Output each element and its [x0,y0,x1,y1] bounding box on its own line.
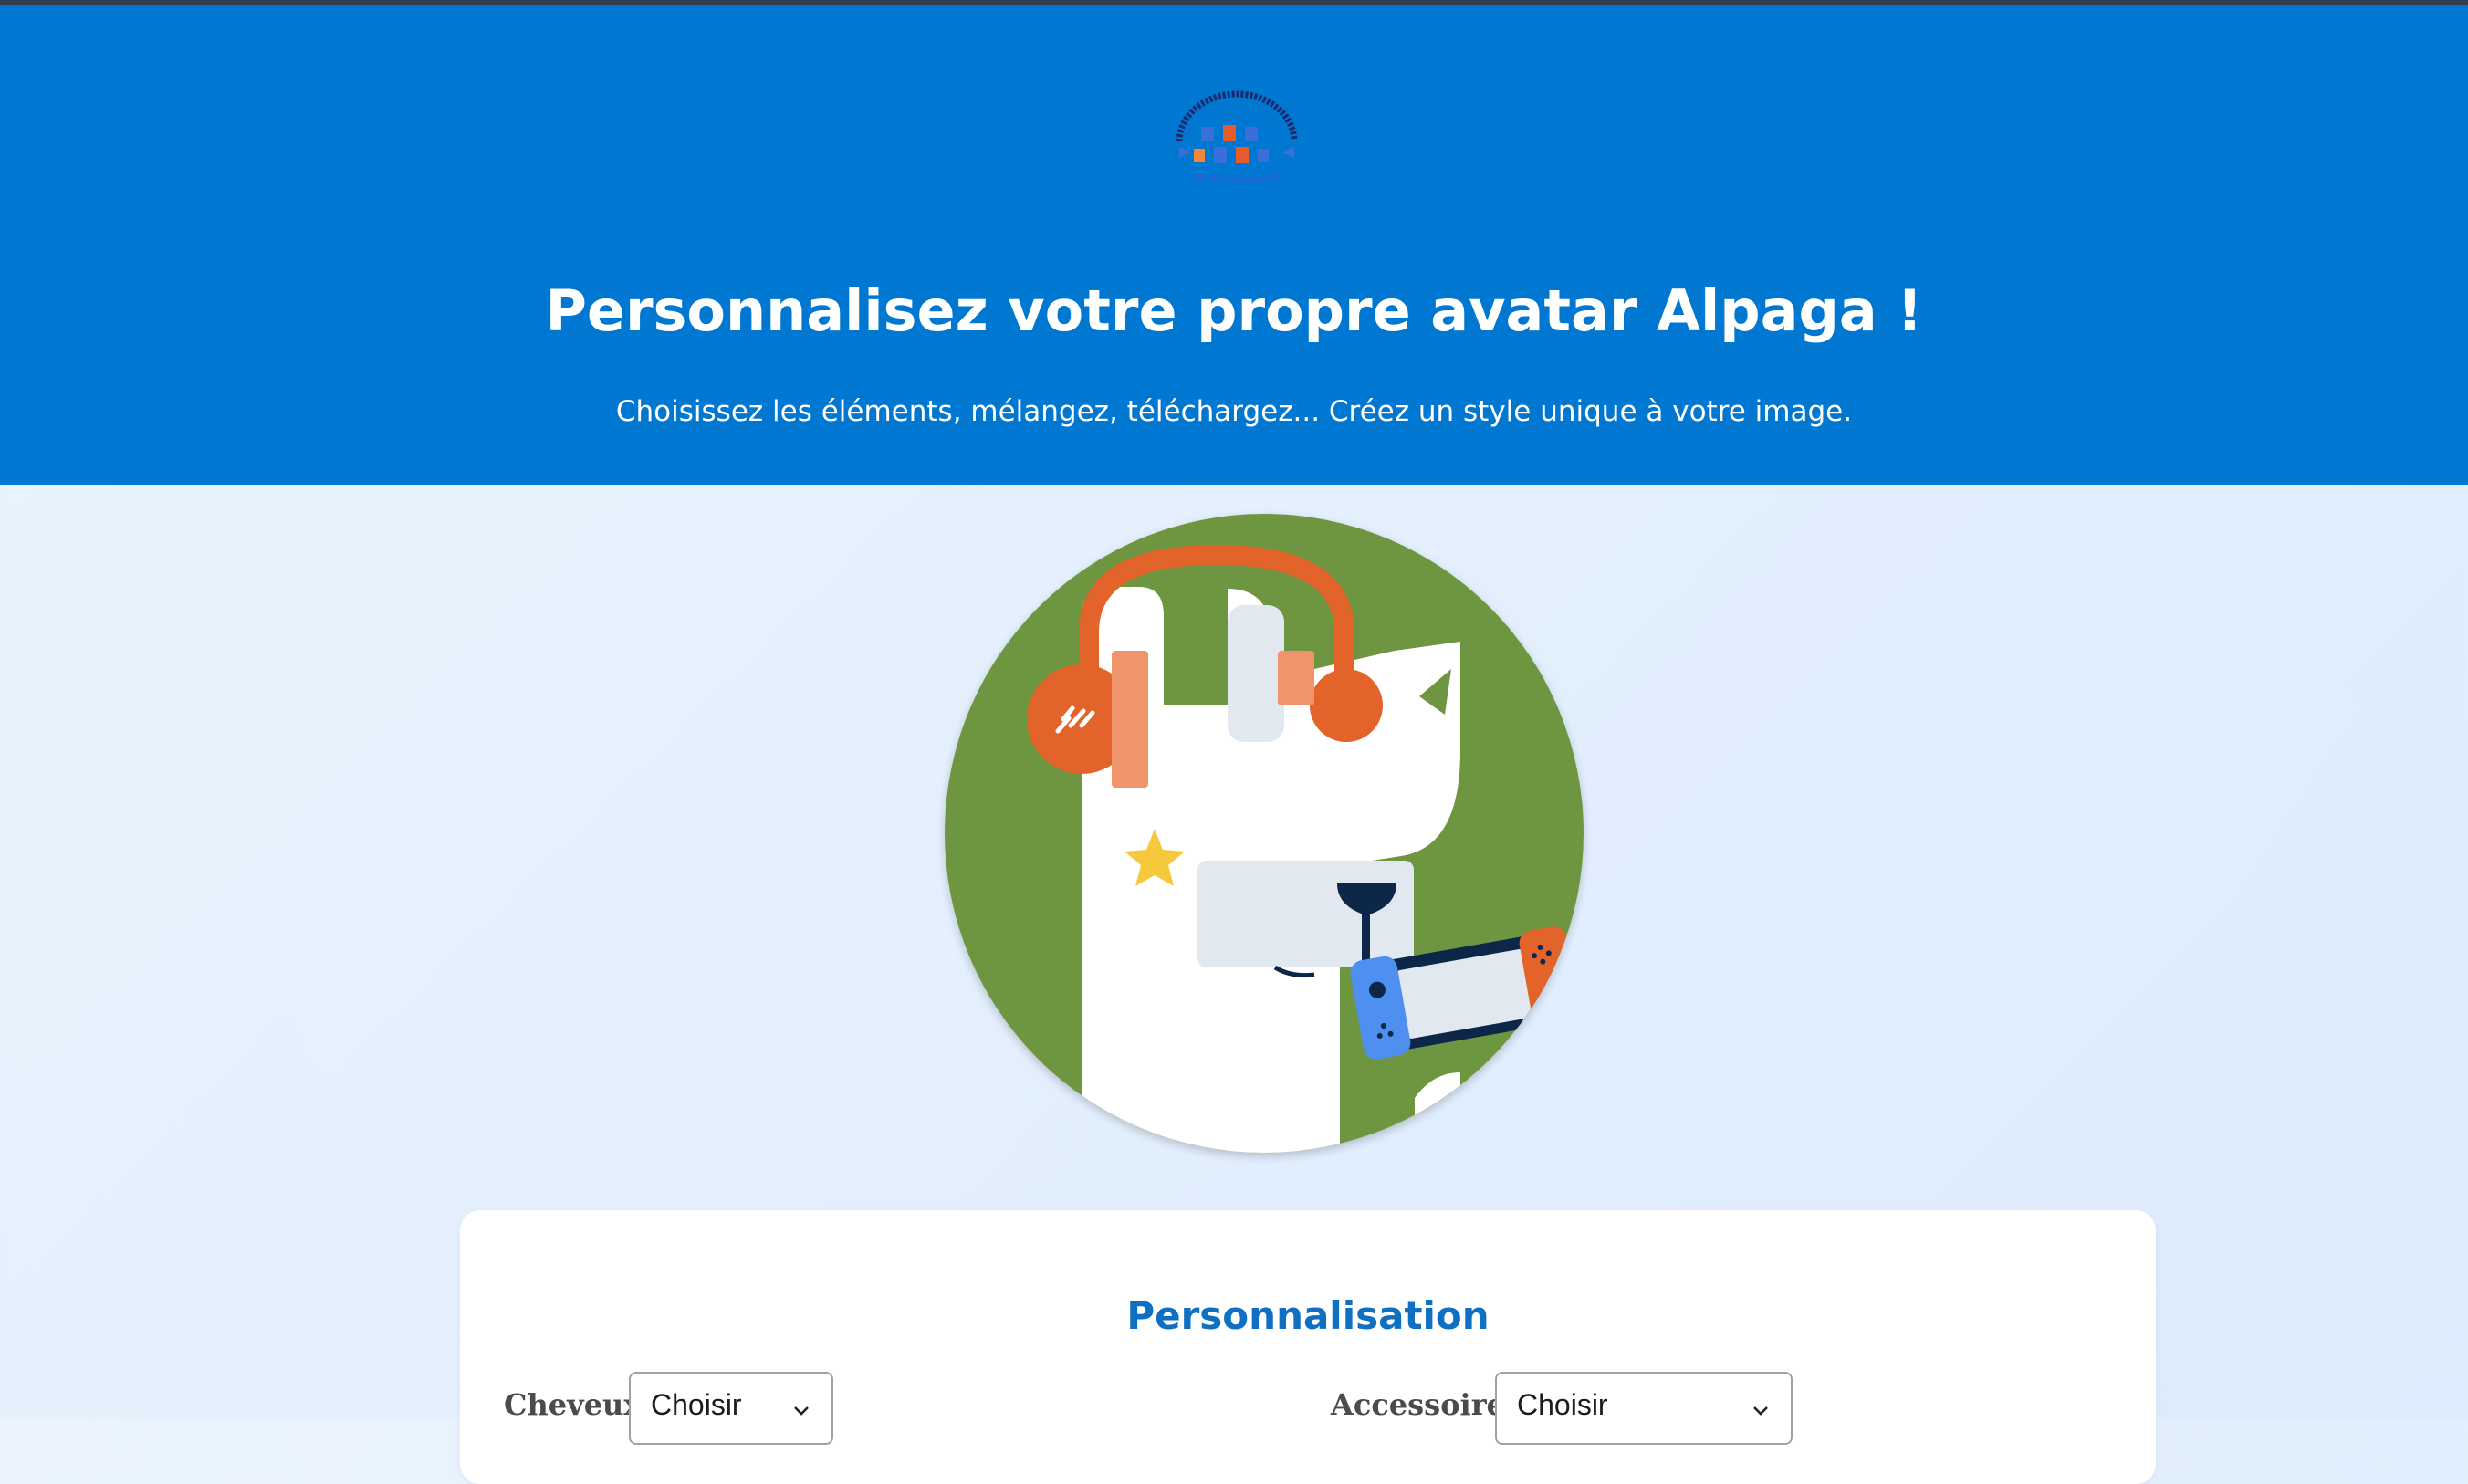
page-header: Personnalisez votre propre avatar Alpaga… [0,5,2468,485]
accessories-select[interactable]: Choisir [1495,1372,1793,1445]
accessories-select-value: Choisir [1517,1388,1608,1421]
page-subtitle: Choisissez les éléments, mélangez, téléc… [615,395,1853,428]
ribbon-logo-icon [1168,89,1305,185]
hair-select[interactable]: Choisir [629,1372,833,1445]
accessories-label: Accessoires [1331,1387,1522,1422]
page-title: Personnalisez votre propre avatar Alpaga… [545,277,1923,344]
hair-label: Cheveux [504,1387,642,1422]
hair-select-value: Choisir [651,1388,742,1421]
customization-panel: Personnalisation Cheveux Choisir Accesso… [460,1210,2156,1484]
alpaca-avatar [945,514,1584,1153]
panel-title: Personnalisation [1126,1293,1490,1338]
